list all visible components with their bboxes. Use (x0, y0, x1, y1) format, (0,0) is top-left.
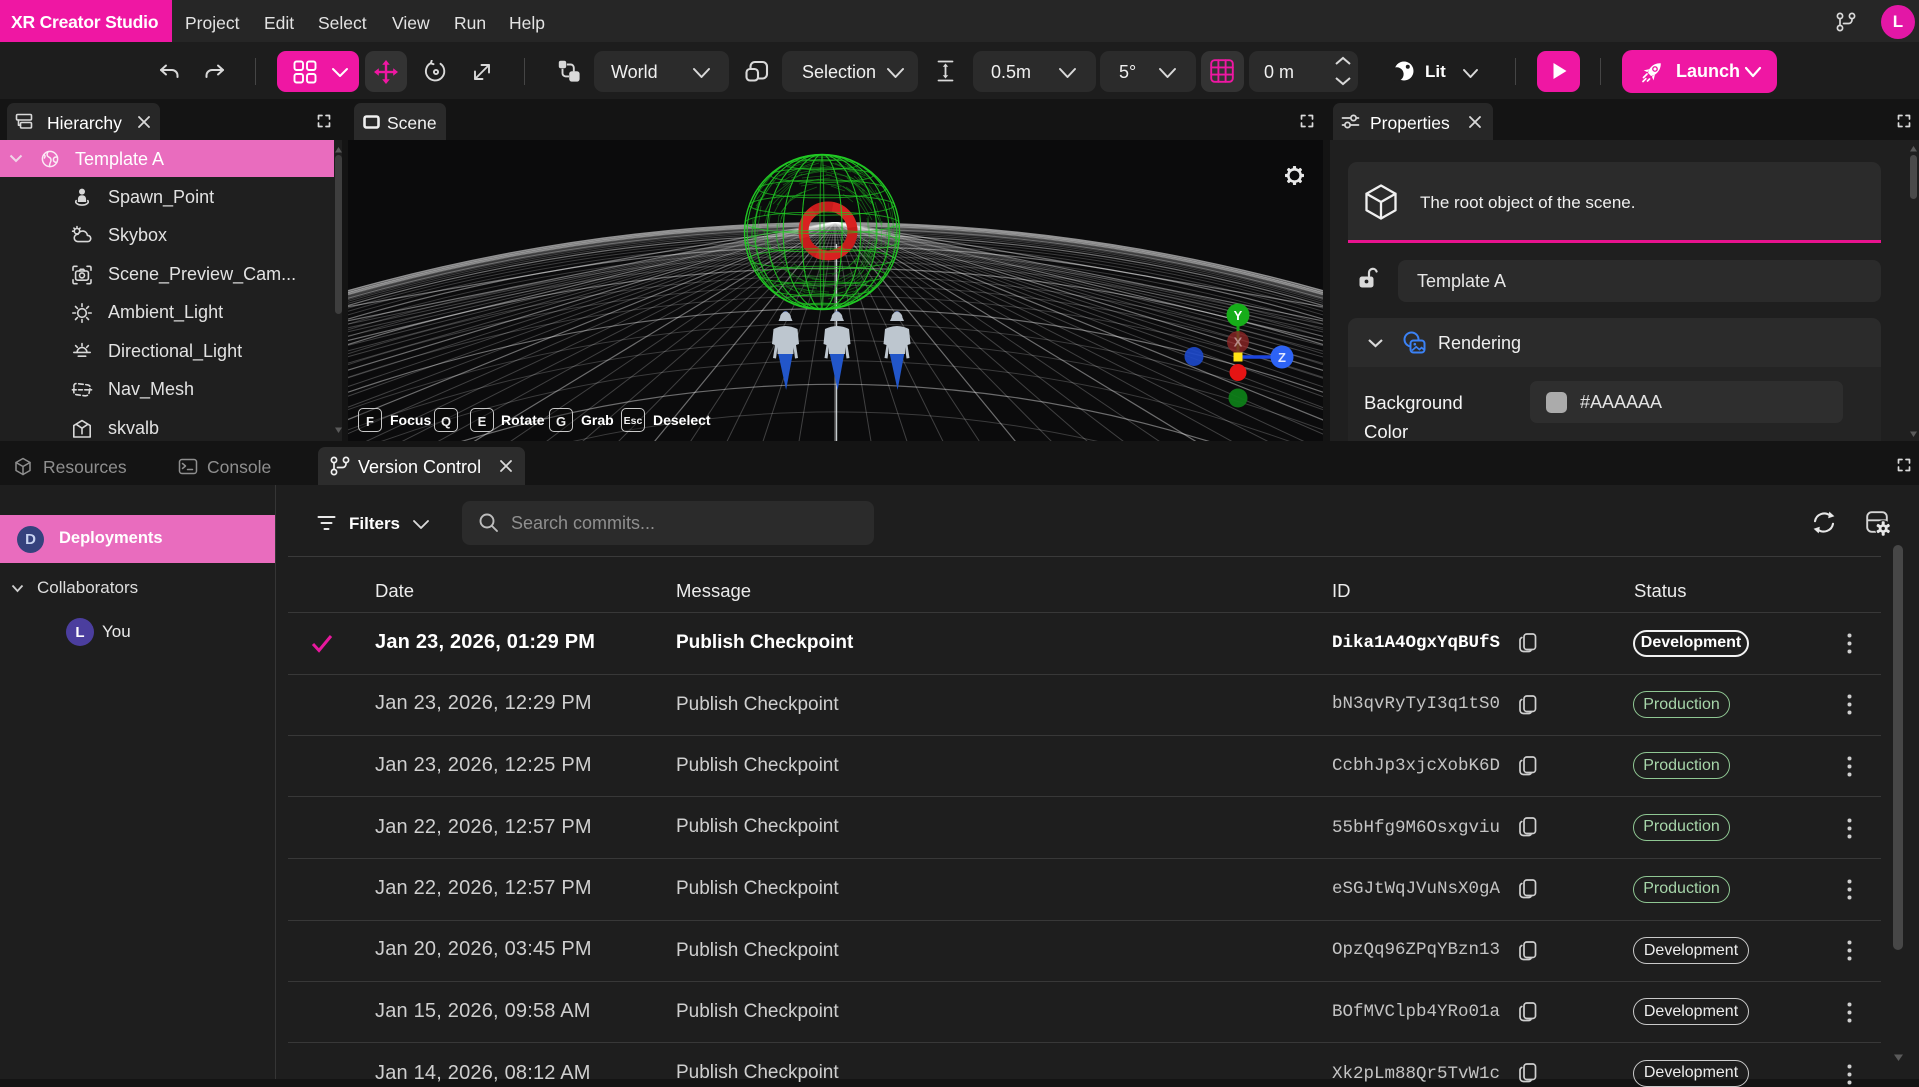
svg-text:Y: Y (1234, 308, 1243, 323)
svg-text:X: X (1234, 335, 1243, 350)
svg-text:Z: Z (1278, 350, 1286, 365)
